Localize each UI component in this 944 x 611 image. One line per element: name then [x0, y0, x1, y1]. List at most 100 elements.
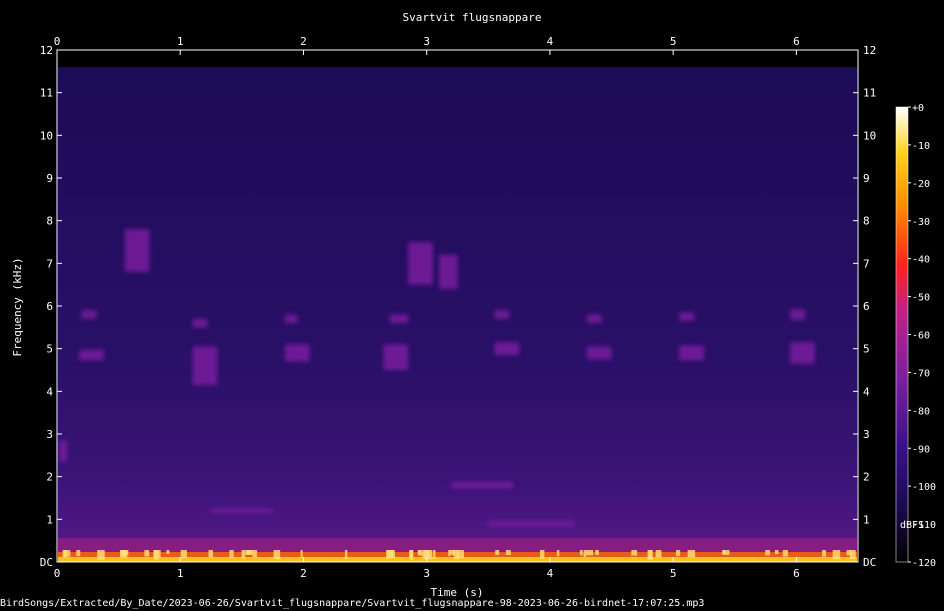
low-frequency-burst: [583, 550, 587, 557]
call-mark: [790, 342, 815, 364]
colorbar-tick-label: -90: [912, 444, 930, 455]
call-mark: [389, 314, 409, 324]
y-tick-label-right: 11: [863, 87, 876, 100]
colorbar-tick-label: -80: [912, 406, 930, 417]
low-frequency-burst: [849, 550, 856, 559]
low-frequency-burst: [166, 550, 170, 555]
call-mark: [488, 521, 575, 527]
x-tick-label-bottom: 2: [300, 567, 307, 580]
x-tick-label-top: 6: [793, 35, 800, 48]
low-frequency-burst: [246, 550, 254, 555]
call-mark: [124, 229, 150, 272]
x-tick-label-bottom: 0: [54, 567, 61, 580]
low-frequency-burst: [631, 550, 638, 556]
low-frequency-burst: [774, 550, 779, 555]
call-mark: [211, 508, 273, 513]
low-frequency-burst: [722, 550, 730, 555]
call-mark: [494, 342, 520, 356]
spectrogram-plot-area: [57, 50, 858, 563]
y-tick-label-right: 10: [863, 129, 876, 142]
colorbar-tick-label: -70: [912, 368, 930, 379]
low-frequency-burst: [63, 550, 71, 557]
x-tick-label-bottom: 6: [793, 567, 800, 580]
y-tick-label-left: 7: [46, 257, 53, 270]
low-frequency-burst: [456, 550, 465, 559]
x-tick-label-top: 3: [423, 35, 430, 48]
low-frequency-burst: [97, 550, 105, 560]
low-frequency-burst: [782, 550, 788, 557]
call-mark: [790, 309, 806, 320]
low-frequency-burst: [579, 550, 583, 556]
low-frequency-burst: [595, 550, 599, 556]
y-tick-label-left: 6: [46, 300, 53, 313]
low-frequency-burst: [241, 550, 246, 559]
y-tick-label-left: 11: [40, 87, 53, 100]
y-tick-label-left: 3: [46, 428, 53, 441]
low-frequency-burst: [424, 550, 432, 560]
y-tick-label-right: 7: [863, 257, 870, 270]
colorbar-tick-label: -100: [912, 482, 936, 493]
low-frequency-burst: [418, 550, 423, 556]
low-frequency-burst: [539, 550, 545, 559]
y-tick-label-right: 8: [863, 215, 870, 228]
colorbar-tick-label: -60: [912, 331, 930, 342]
y-tick-label-right: 6: [863, 300, 870, 313]
low-frequency-burst: [76, 550, 81, 557]
y-tick-label-left: 8: [46, 215, 53, 228]
x-tick-label-top: 5: [670, 35, 677, 48]
y-tick-label-right: 1: [863, 513, 870, 526]
low-frequency-burst: [687, 550, 696, 558]
low-frequency-burst: [648, 550, 653, 560]
call-mark: [284, 344, 310, 362]
y-tick-label-left: 1: [46, 513, 53, 526]
low-frequency-burst: [832, 550, 841, 560]
spectrogram-chart: Svartvit flugsnappare Time (s) Frequency…: [11, 11, 936, 599]
low-frequency-burst: [676, 550, 681, 557]
y-tick-label-right: 12: [863, 44, 876, 57]
low-frequency-burst: [389, 550, 395, 559]
colorbar-tick-label: +0: [912, 103, 924, 114]
call-mark: [192, 346, 218, 385]
y-tick-label-right: 3: [863, 428, 870, 441]
x-tick-label-top: 1: [177, 35, 184, 48]
y-tick-label-right: 9: [863, 172, 870, 185]
y-tick-label-left: DC: [40, 556, 53, 569]
low-frequency-burst: [765, 550, 771, 556]
low-frequency-burst: [585, 550, 594, 556]
x-tick-label-bottom: 1: [177, 567, 184, 580]
call-mark: [451, 482, 513, 489]
low-frequency-burst: [409, 550, 414, 558]
call-mark: [586, 346, 612, 360]
call-mark: [79, 349, 104, 361]
low-frequency-burst: [180, 550, 187, 559]
y-tick-label-right: 5: [863, 343, 870, 356]
y-tick-label-left: 5: [46, 343, 53, 356]
call-mark: [59, 440, 67, 462]
low-frequency-burst: [505, 550, 511, 556]
low-frequency-burst: [208, 550, 214, 558]
y-tick-label-right: DC: [863, 556, 876, 569]
call-mark: [494, 310, 510, 319]
colorbar: [895, 106, 909, 563]
y-tick-label-left: 4: [46, 385, 53, 398]
call-mark: [284, 314, 298, 324]
call-mark: [586, 314, 602, 324]
y-tick-label-left: 10: [40, 129, 53, 142]
colorbar-tick-label: -120: [912, 558, 936, 569]
x-tick-label-top: 4: [547, 35, 554, 48]
call-mark: [679, 312, 695, 321]
colorbar-label: dBFS: [900, 520, 924, 531]
low-frequency-burst: [495, 550, 500, 555]
y-tick-label-left: 12: [40, 44, 53, 57]
x-tick-label-bottom: 4: [547, 567, 554, 580]
colorbar-tick-label: -50: [912, 293, 930, 304]
low-frequency-burst: [273, 550, 281, 560]
x-tick-label-bottom: 3: [423, 567, 430, 580]
colorbar-tick-label: -20: [912, 179, 930, 190]
low-frequency-burst: [432, 550, 436, 559]
low-frequency-burst: [229, 550, 234, 559]
low-frequency-burst: [452, 550, 456, 556]
low-frequency-burst: [252, 550, 258, 558]
call-mark: [81, 310, 97, 319]
low-frequency-energy: [58, 538, 857, 552]
